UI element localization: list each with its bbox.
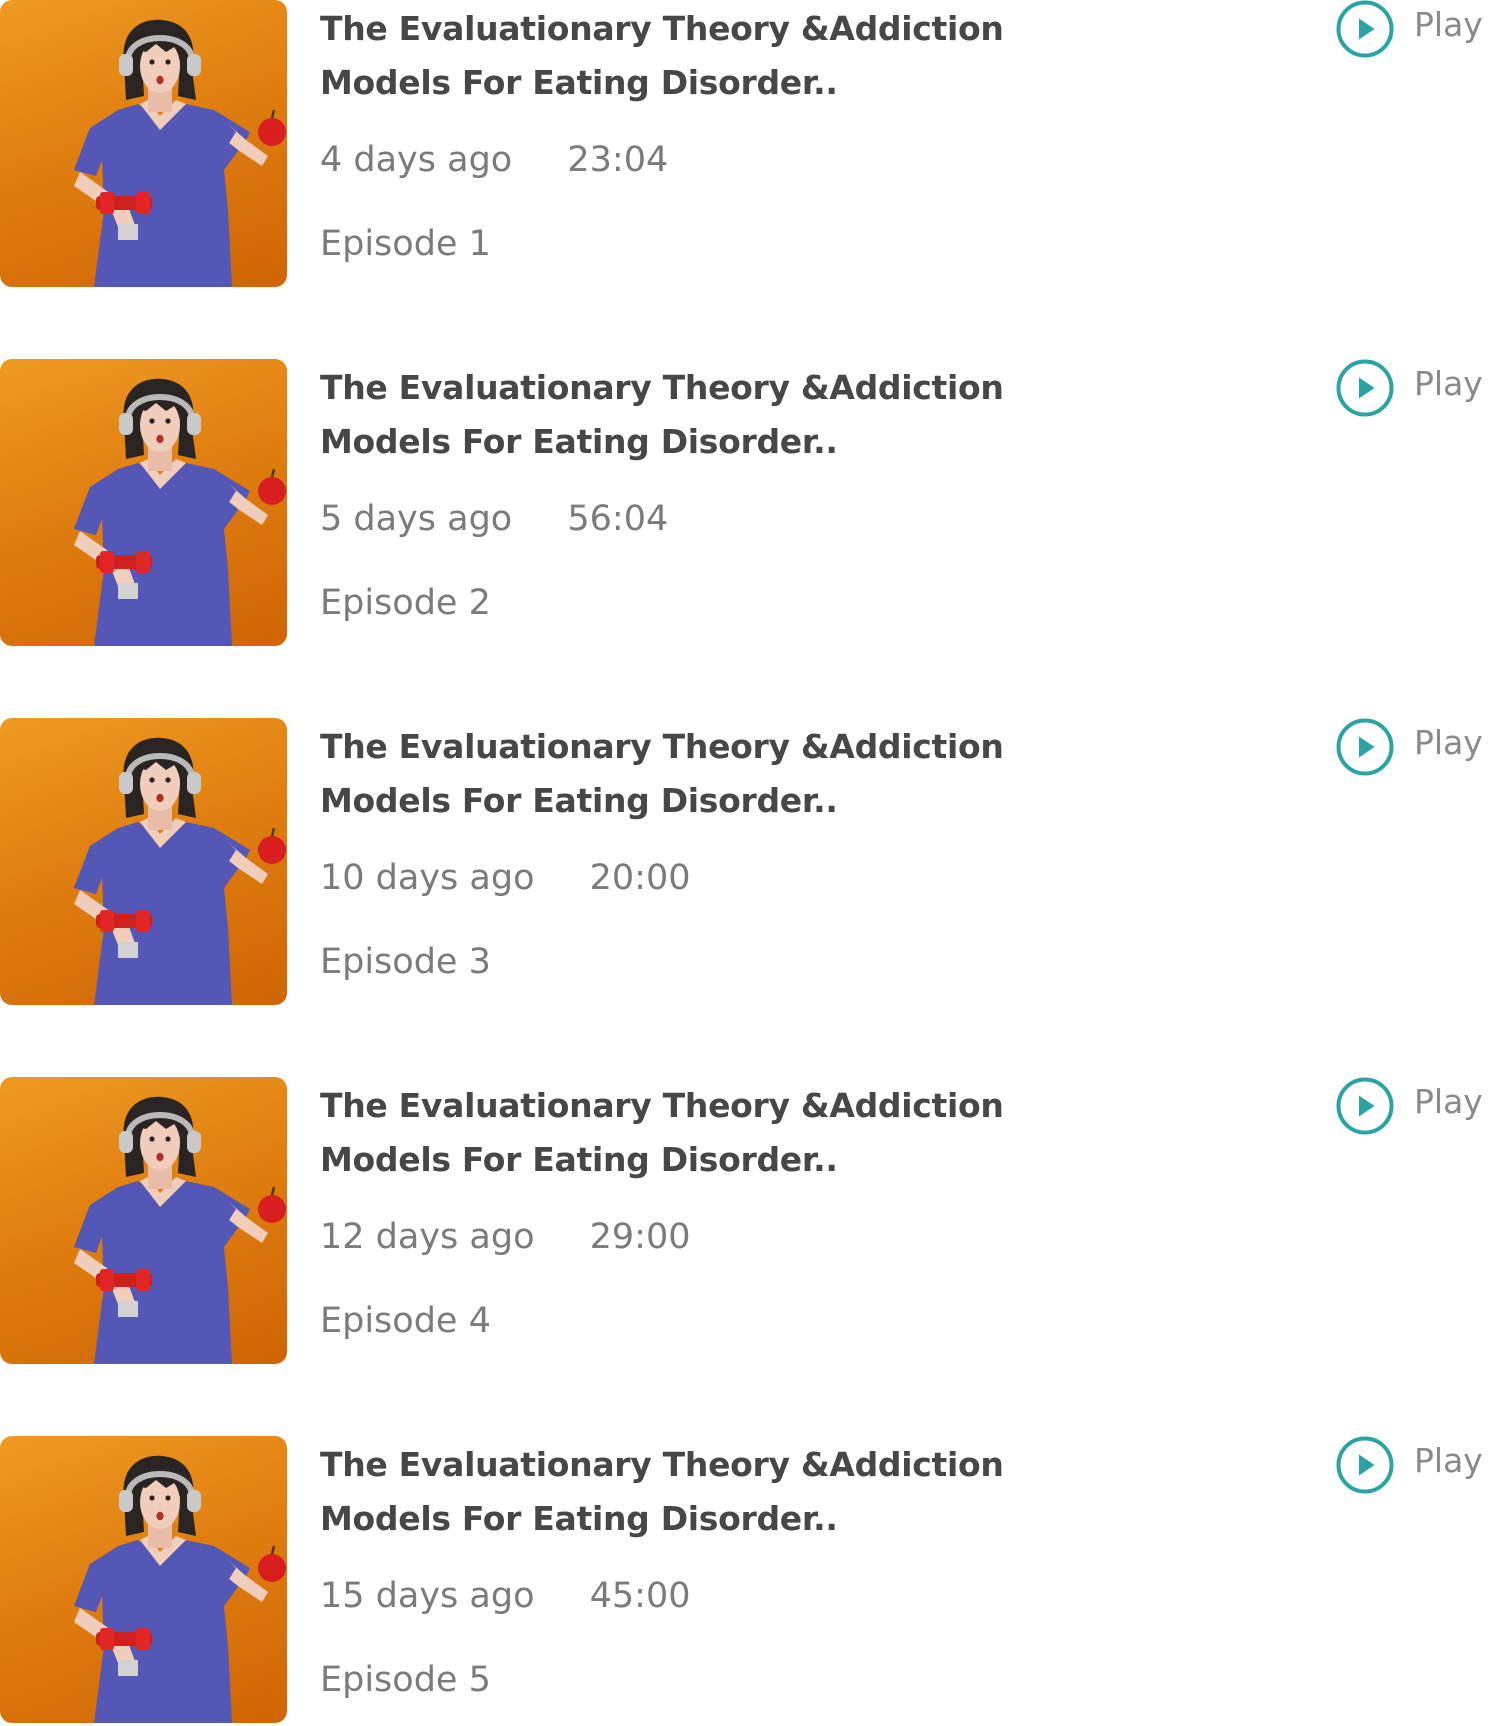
episode-thumbnail-image (0, 1436, 287, 1723)
episode-item: The Evaluationary Theory &Addiction Mode… (0, 1436, 1497, 1726)
episode-meta: 10 days ago 20:00 (320, 856, 691, 900)
episode-number: Episode 4 (320, 1301, 491, 1341)
episode-thumbnail-image (0, 1077, 287, 1364)
play-circle-icon (1336, 1436, 1394, 1494)
episode-meta: 15 days ago 45:00 (320, 1574, 691, 1618)
episode-meta: 5 days ago 56:04 (320, 497, 668, 541)
play-label: Play (1414, 1441, 1483, 1480)
play-button[interactable]: Play (1336, 718, 1483, 776)
play-circle-icon (1336, 359, 1394, 417)
episode-duration: 29:00 (589, 1217, 691, 1257)
play-circle-icon (1336, 1077, 1394, 1135)
episode-date: 15 days ago (320, 1576, 535, 1616)
episode-number: Episode 1 (320, 224, 491, 264)
episode-thumbnail-image (0, 718, 287, 1005)
episode-thumbnail-image (0, 0, 287, 287)
play-button[interactable]: Play (1336, 359, 1483, 417)
episode-item: The Evaluationary Theory &Addiction Mode… (0, 359, 1497, 649)
episode-thumbnail[interactable] (0, 718, 287, 1005)
episode-title[interactable]: The Evaluationary Theory &Addiction Mode… (320, 720, 1040, 828)
episode-item: The Evaluationary Theory &Addiction Mode… (0, 718, 1497, 1008)
episode-title[interactable]: The Evaluationary Theory &Addiction Mode… (320, 2, 1040, 110)
episode-thumbnail[interactable] (0, 359, 287, 646)
episode-thumbnail[interactable] (0, 1436, 287, 1723)
play-button[interactable]: Play (1336, 1436, 1483, 1494)
episode-duration: 56:04 (567, 499, 669, 539)
episode-number: Episode 2 (320, 583, 491, 623)
episode-title[interactable]: The Evaluationary Theory &Addiction Mode… (320, 361, 1040, 469)
episode-meta: 12 days ago 29:00 (320, 1215, 691, 1259)
episode-item: The Evaluationary Theory &Addiction Mode… (0, 1077, 1497, 1367)
episode-thumbnail[interactable] (0, 0, 287, 287)
episode-date: 12 days ago (320, 1217, 535, 1257)
episode-item: The Evaluationary Theory &Addiction Mode… (0, 0, 1497, 290)
play-label: Play (1414, 5, 1483, 44)
episode-number: Episode 5 (320, 1660, 491, 1700)
episode-duration: 20:00 (589, 858, 691, 898)
episode-number: Episode 3 (320, 942, 491, 982)
episode-meta: 4 days ago 23:04 (320, 138, 668, 182)
play-button[interactable]: Play (1336, 0, 1483, 58)
play-label: Play (1414, 364, 1483, 403)
episode-thumbnail-image (0, 359, 287, 646)
play-label: Play (1414, 1082, 1483, 1121)
episode-date: 4 days ago (320, 140, 513, 180)
play-button[interactable]: Play (1336, 1077, 1483, 1135)
episode-date: 5 days ago (320, 499, 513, 539)
episode-thumbnail[interactable] (0, 1077, 287, 1364)
episode-date: 10 days ago (320, 858, 535, 898)
play-circle-icon (1336, 0, 1394, 58)
episode-duration: 23:04 (567, 140, 669, 180)
play-label: Play (1414, 723, 1483, 762)
episode-duration: 45:00 (589, 1576, 691, 1616)
episode-title[interactable]: The Evaluationary Theory &Addiction Mode… (320, 1438, 1040, 1546)
episode-title[interactable]: The Evaluationary Theory &Addiction Mode… (320, 1079, 1040, 1187)
play-circle-icon (1336, 718, 1394, 776)
